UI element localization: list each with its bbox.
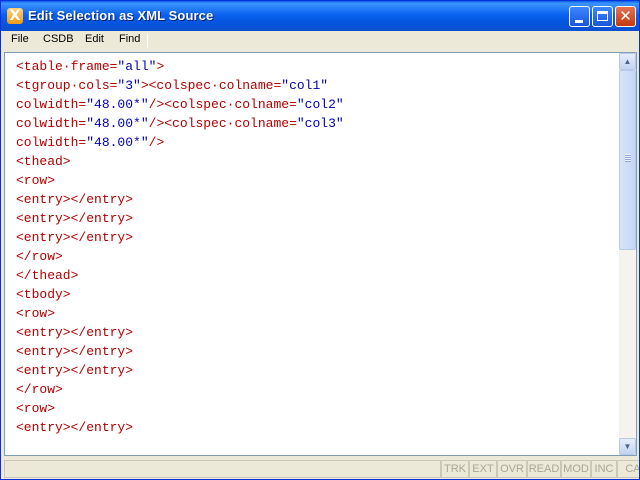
status-read: READ bbox=[527, 460, 561, 478]
code-line[interactable]: <row> bbox=[16, 171, 616, 190]
status-inc: INC bbox=[591, 460, 617, 478]
menu-find[interactable]: Find bbox=[118, 33, 141, 45]
status-trk: TRK bbox=[441, 460, 469, 478]
xml-tag: ><colspec·colname= bbox=[140, 78, 282, 93]
xml-tag: <row> bbox=[16, 401, 56, 416]
attribute-value: "all" bbox=[117, 59, 157, 74]
xml-tag: /> bbox=[148, 135, 165, 150]
scroll-down-button[interactable]: ▼ bbox=[619, 438, 636, 455]
app-icon: X bbox=[7, 8, 23, 24]
code-line[interactable]: <entry></entry> bbox=[16, 342, 616, 361]
xml-tag: <entry></entry> bbox=[16, 325, 134, 340]
xml-tag: colwidth= bbox=[16, 97, 87, 112]
minimize-button[interactable] bbox=[569, 6, 590, 27]
code-line[interactable]: colwidth="48.00*"/><colspec·colname="col… bbox=[16, 95, 616, 114]
xml-tag: colwidth= bbox=[16, 116, 87, 131]
xml-tag: <table·frame= bbox=[16, 59, 118, 74]
maximize-icon bbox=[597, 11, 608, 21]
xml-source-window: X Edit Selection as XML Source ✕ File CS… bbox=[0, 0, 640, 480]
xml-tag: colwidth= bbox=[16, 135, 87, 150]
code-line[interactable]: colwidth="48.00*"/> bbox=[16, 133, 616, 152]
xml-tag: <row> bbox=[16, 173, 56, 188]
code-line[interactable]: <entry></entry> bbox=[16, 228, 616, 247]
xml-tag: > bbox=[156, 59, 165, 74]
attribute-value: "col1" bbox=[281, 78, 329, 93]
vertical-scrollbar[interactable]: ▲ ▼ bbox=[619, 53, 636, 455]
status-caps: CA bbox=[617, 460, 639, 478]
xml-tag: <entry></entry> bbox=[16, 344, 134, 359]
window-title: Edit Selection as XML Source bbox=[28, 8, 214, 23]
xml-tag: <entry></entry> bbox=[16, 230, 134, 245]
xml-tag: <entry></entry> bbox=[16, 420, 134, 435]
attribute-value: "48.00*" bbox=[86, 97, 149, 112]
code-line[interactable]: <entry></entry> bbox=[16, 190, 616, 209]
code-line[interactable]: <tbody> bbox=[16, 285, 616, 304]
xml-tag: <tbody> bbox=[16, 287, 71, 302]
code-line[interactable]: <row> bbox=[16, 304, 616, 323]
attribute-value: "3" bbox=[117, 78, 141, 93]
status-mod: MOD bbox=[561, 460, 591, 478]
xml-tag: /><colspec·colname= bbox=[148, 116, 297, 131]
xml-tag: <entry></entry> bbox=[16, 192, 134, 207]
maximize-button[interactable] bbox=[592, 6, 613, 27]
minimize-icon bbox=[575, 20, 583, 23]
code-line[interactable]: </row> bbox=[16, 247, 616, 266]
xml-tag: <row> bbox=[16, 306, 56, 321]
grip-icon bbox=[625, 154, 631, 162]
status-ext: EXT bbox=[469, 460, 497, 478]
code-line[interactable]: <entry></entry> bbox=[16, 209, 616, 228]
code-line[interactable]: <entry></entry> bbox=[16, 323, 616, 342]
code-line[interactable]: <table·frame="all"> bbox=[16, 57, 616, 76]
xml-tag: /><colspec·colname= bbox=[148, 97, 297, 112]
menu-csdb[interactable]: CSDB bbox=[42, 33, 75, 45]
attribute-value: "col2" bbox=[296, 97, 344, 112]
code-line[interactable]: </row> bbox=[16, 380, 616, 399]
code-line[interactable]: <entry></entry> bbox=[16, 418, 616, 437]
code-line[interactable]: colwidth="48.00*"/><colspec·colname="col… bbox=[16, 114, 616, 133]
close-icon: ✕ bbox=[619, 7, 632, 25]
code-line[interactable]: <row> bbox=[16, 399, 616, 418]
xml-tag: </row> bbox=[16, 382, 63, 397]
menu-file[interactable]: File bbox=[10, 33, 30, 45]
code-line[interactable]: <tgroup·cols="3"><colspec·colname="col1" bbox=[16, 76, 616, 95]
scroll-up-button[interactable]: ▲ bbox=[619, 53, 636, 70]
code-line[interactable]: <entry></entry> bbox=[16, 361, 616, 380]
xml-code-area[interactable]: <table·frame="all"> <tgroup·cols="3"><col… bbox=[16, 57, 616, 437]
status-message bbox=[4, 460, 441, 478]
menu-bar: File CSDB Edit Find bbox=[1, 31, 639, 50]
code-line[interactable]: </thead> bbox=[16, 266, 616, 285]
xml-tag: </row> bbox=[16, 249, 63, 264]
menu-separator bbox=[147, 34, 148, 48]
menu-edit[interactable]: Edit bbox=[84, 33, 105, 45]
attribute-value: "48.00*" bbox=[86, 135, 149, 150]
xml-tag: </thead> bbox=[16, 268, 79, 283]
attribute-value: "col3" bbox=[296, 116, 344, 131]
status-bar: TRK EXT OVR READ MOD INC CA bbox=[1, 458, 639, 479]
xml-tag: <thead> bbox=[16, 154, 71, 169]
status-ovr: OVR bbox=[497, 460, 527, 478]
attribute-value: "48.00*" bbox=[86, 116, 149, 131]
scroll-thumb[interactable] bbox=[619, 70, 636, 250]
xml-tag: <tgroup·cols= bbox=[16, 78, 118, 93]
title-bar[interactable]: X Edit Selection as XML Source ✕ bbox=[1, 1, 639, 31]
close-button[interactable]: ✕ bbox=[615, 6, 636, 27]
code-line[interactable]: <thead> bbox=[16, 152, 616, 171]
xml-tag: <entry></entry> bbox=[16, 211, 134, 226]
xml-tag: <entry></entry> bbox=[16, 363, 134, 378]
xml-editor[interactable]: <table·frame="all"> <tgroup·cols="3"><col… bbox=[4, 52, 637, 456]
